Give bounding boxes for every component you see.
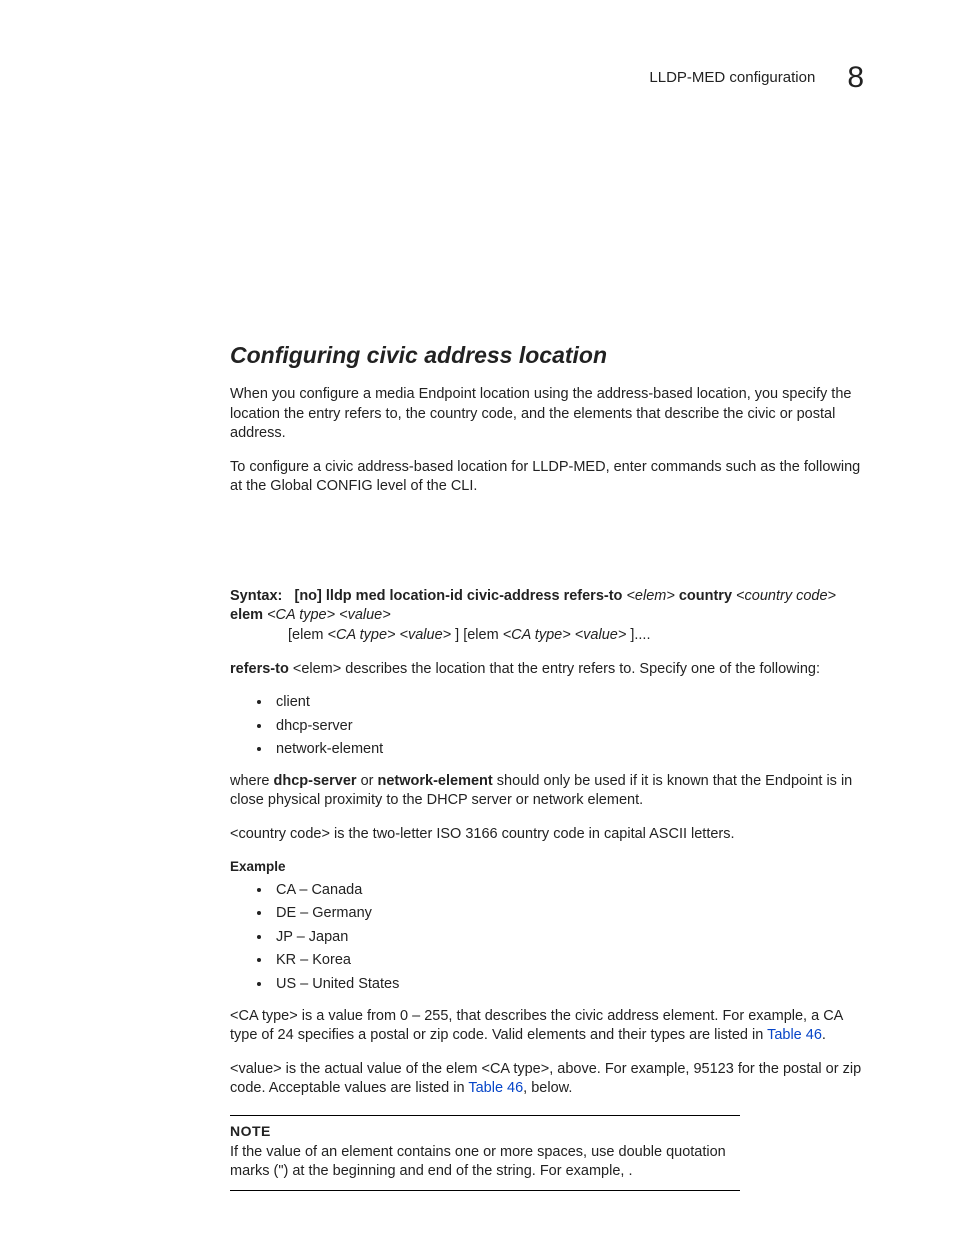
syntax-italic-4: <CA type> <value> — [328, 627, 452, 643]
refers-to-text: <elem> describes the location that the e… — [289, 661, 820, 677]
syntax-plain-3: ].... — [630, 627, 650, 643]
note-label: NOTE — [230, 1122, 740, 1141]
syntax-bold-1: [no] lldp med location-id civic-address … — [294, 588, 622, 604]
syntax-label: Syntax: — [230, 588, 282, 604]
where-text-a: where — [230, 773, 274, 789]
ca-type-paragraph: <CA type> is a value from 0 – 255, that … — [230, 1007, 864, 1046]
list-item: US – United States — [272, 975, 864, 995]
example-label: Example — [230, 858, 864, 876]
running-header: LLDP-MED configuration 8 — [649, 58, 864, 99]
note-text: If the value of an element contains one … — [230, 1143, 740, 1182]
refers-to-label: refers-to — [230, 661, 289, 677]
chapter-number: 8 — [847, 58, 864, 99]
syntax-bold-3: elem — [230, 607, 263, 623]
syntax-italic-1: <elem> — [626, 588, 674, 604]
country-code-paragraph: <country code> is the two-letter ISO 316… — [230, 825, 864, 845]
syntax-plain-2: ] [elem — [455, 627, 499, 643]
ca-type-text-b: . — [822, 1027, 826, 1043]
where-bold-2: network-element — [378, 773, 493, 789]
content-area: Configuring civic address location When … — [230, 340, 864, 1191]
list-item: JP – Japan — [272, 928, 864, 948]
paragraph-intro-1: When you configure a media Endpoint loca… — [230, 385, 864, 444]
syntax-italic-5: <CA type> <value> — [503, 627, 627, 643]
page-container: LLDP-MED configuration 8 Configuring civ… — [0, 0, 954, 1235]
syntax-bold-2: country — [679, 588, 732, 604]
example-list: CA – Canada DE – Germany JP – Japan KR –… — [230, 881, 864, 995]
list-item: DE – Germany — [272, 904, 864, 924]
syntax-italic-2: <country code> — [736, 588, 836, 604]
refers-to-paragraph: refers-to <elem> describes the location … — [230, 660, 864, 680]
list-item: KR – Korea — [272, 951, 864, 971]
where-bold-1: dhcp-server — [274, 773, 357, 789]
syntax-plain-1: [elem — [288, 627, 323, 643]
running-title: LLDP-MED configuration — [649, 68, 815, 88]
note-block: NOTE If the value of an element contains… — [230, 1115, 740, 1191]
where-paragraph: where dhcp-server or network-element sho… — [230, 772, 864, 811]
list-item: client — [272, 693, 864, 713]
syntax-block: Syntax: [no] lldp med location-id civic-… — [230, 587, 864, 646]
value-text-b: , below. — [523, 1080, 572, 1096]
list-item: network-element — [272, 740, 864, 760]
table-link-1[interactable]: Table 46 — [767, 1027, 822, 1043]
syntax-line1: Syntax: [no] lldp med location-id civic-… — [230, 587, 864, 626]
table-link-2[interactable]: Table 46 — [468, 1080, 523, 1096]
list-item: dhcp-server — [272, 717, 864, 737]
value-paragraph: <value> is the actual value of the elem … — [230, 1060, 864, 1099]
ca-type-text-a: <CA type> is a value from 0 – 255, that … — [230, 1008, 843, 1044]
list-item: CA – Canada — [272, 881, 864, 901]
paragraph-intro-2: To configure a civic address-based locat… — [230, 458, 864, 497]
refers-to-list: client dhcp-server network-element — [230, 693, 864, 760]
syntax-line2: [elem <CA type> <value> ] [elem <CA type… — [288, 626, 864, 646]
section-heading: Configuring civic address location — [230, 340, 864, 371]
where-mid: or — [357, 773, 378, 789]
syntax-italic-3: <CA type> <value> — [267, 607, 391, 623]
